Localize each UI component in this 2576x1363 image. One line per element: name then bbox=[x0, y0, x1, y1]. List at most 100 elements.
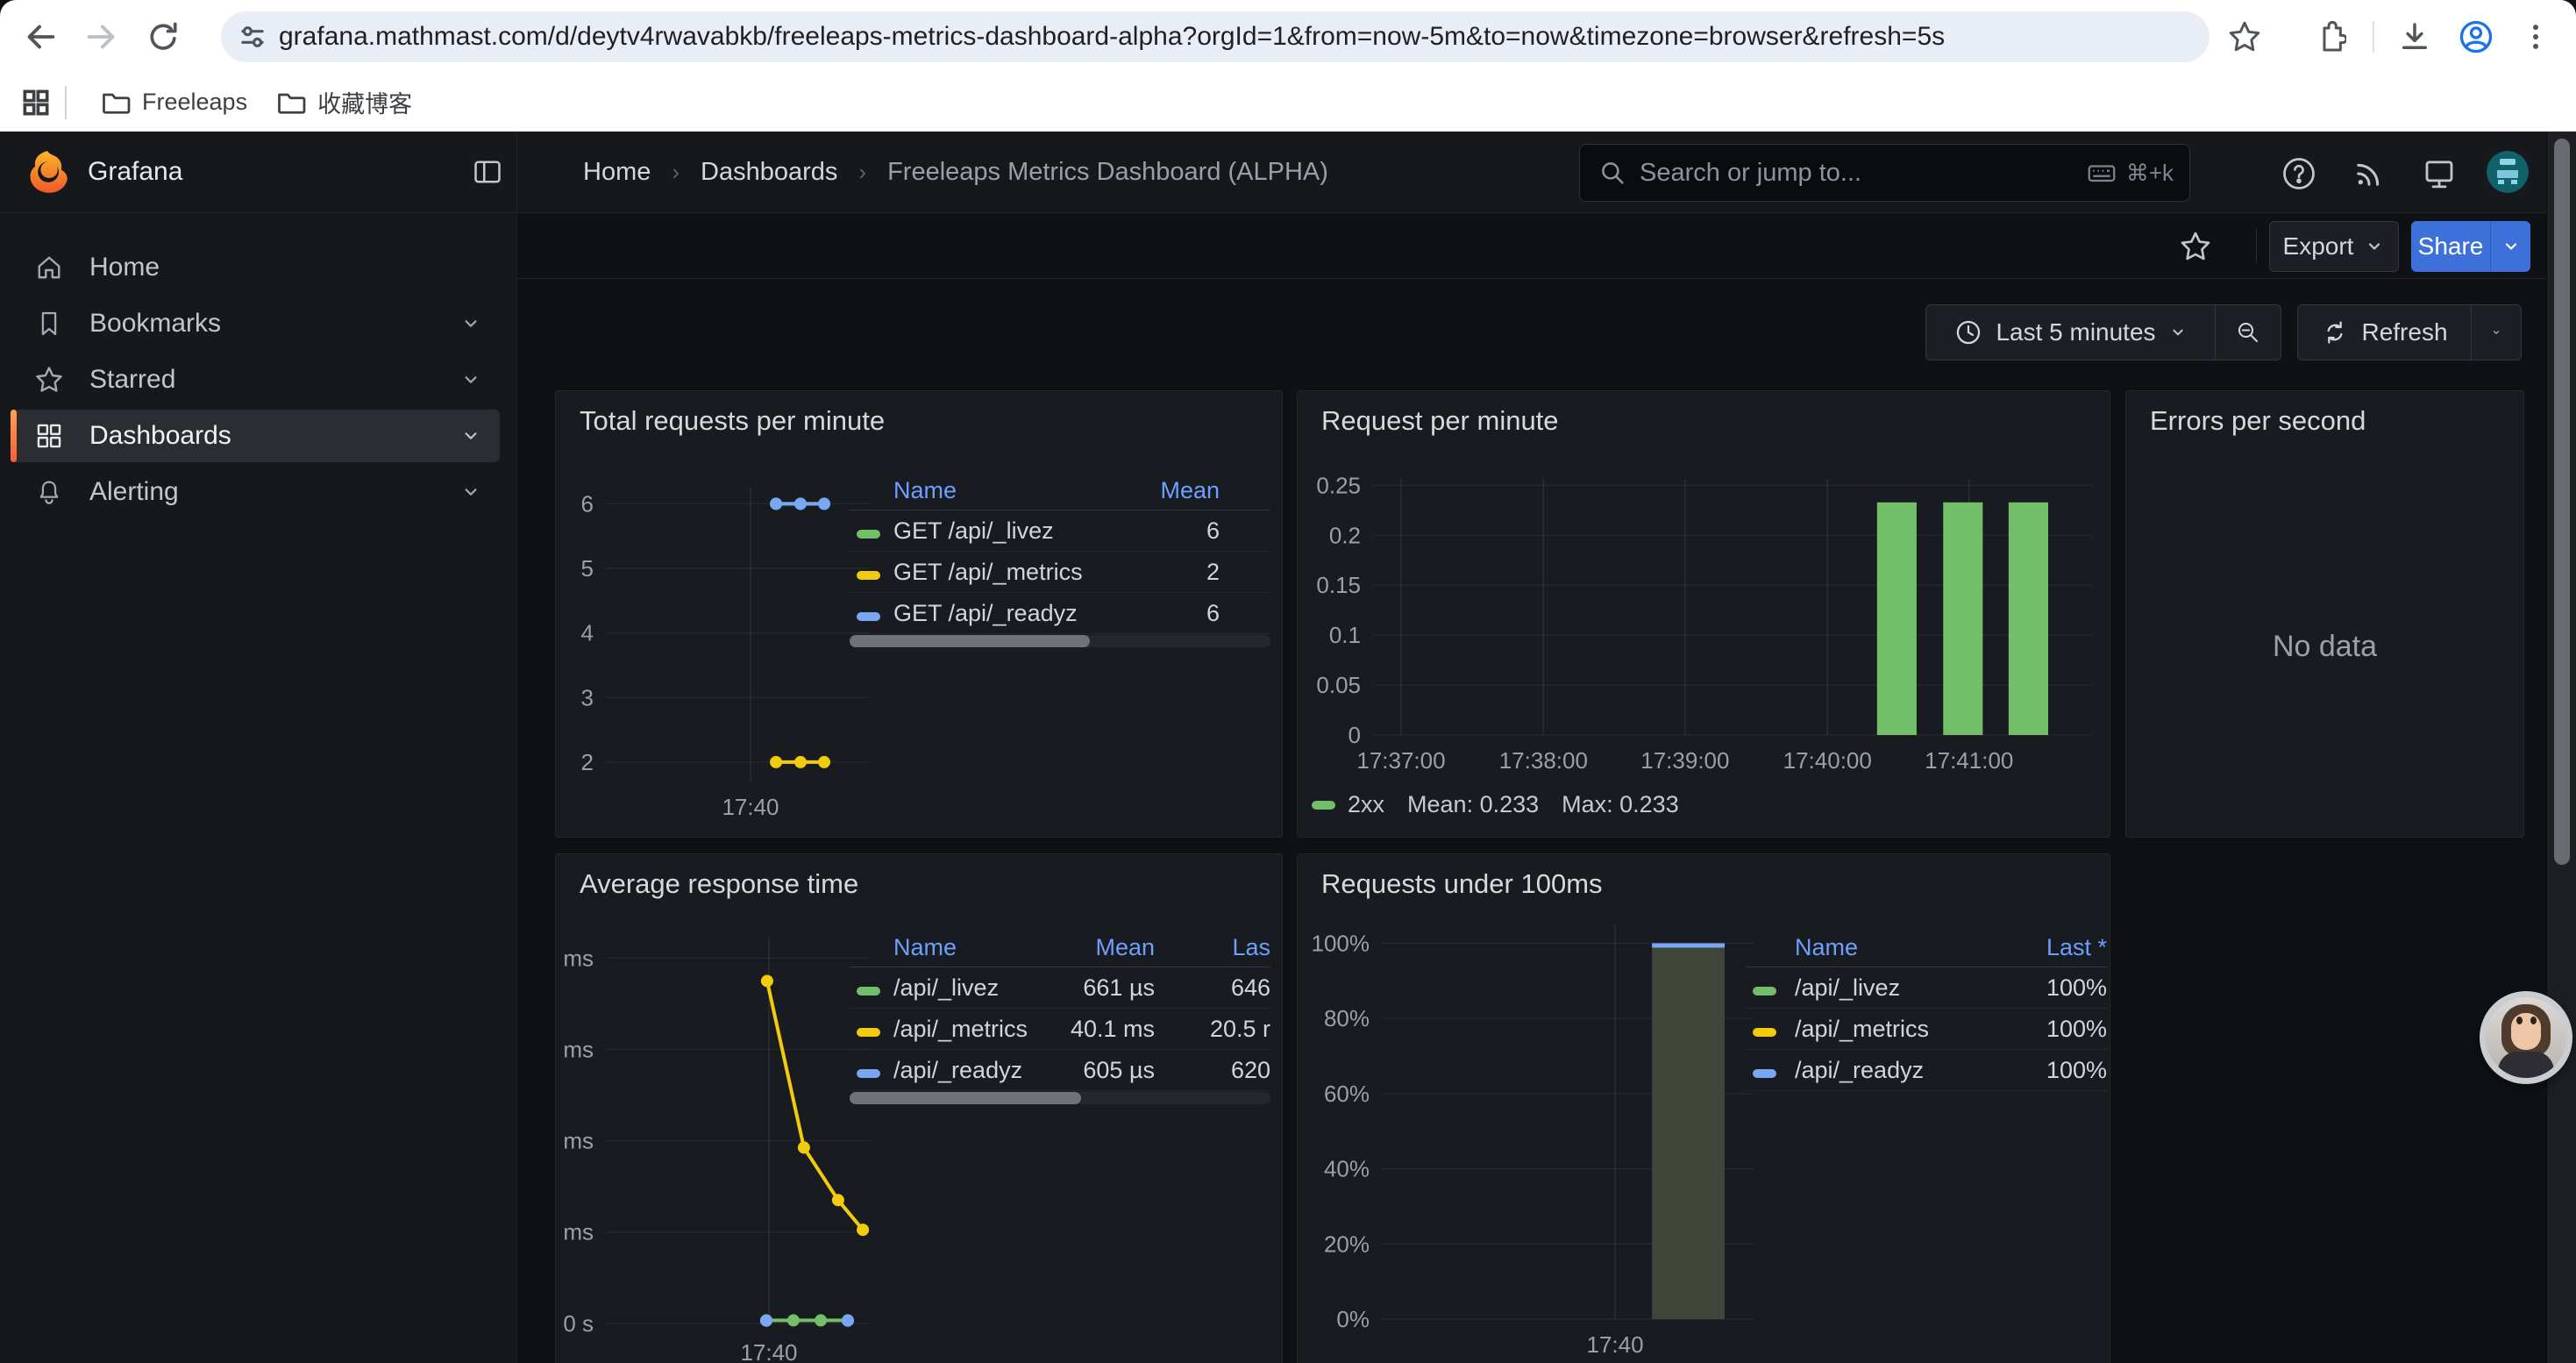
reload-button[interactable] bbox=[137, 11, 189, 63]
legend-row[interactable]: /api/_readyz100% bbox=[1746, 1050, 2107, 1091]
url-text[interactable]: grafana.mathmast.com/d/deytv4rwavabkb/fr… bbox=[279, 22, 1945, 52]
site-settings-icon[interactable] bbox=[233, 18, 272, 56]
bookmark-folder-freeleaps[interactable]: Freeleaps bbox=[86, 80, 261, 125]
scrollbar-thumb[interactable] bbox=[850, 1092, 1081, 1104]
svg-text:0.05: 0.05 bbox=[1316, 672, 1361, 698]
legend-row[interactable]: /api/_metrics40.1 ms20.5 r bbox=[850, 1009, 1270, 1050]
svg-text:17:41:00: 17:41:00 bbox=[1925, 747, 2013, 774]
folder-icon bbox=[280, 95, 305, 112]
bookmark-folder-blogs[interactable]: 收藏博客 bbox=[261, 78, 426, 126]
svg-text:0.2: 0.2 bbox=[1329, 522, 1361, 548]
apps-grid-button[interactable] bbox=[19, 86, 53, 119]
time-range-button[interactable]: Last 5 minutes bbox=[1926, 305, 2215, 360]
legend-row[interactable]: GET /api/_livez6 bbox=[850, 510, 1270, 552]
share-menu-button[interactable] bbox=[2490, 221, 2530, 272]
share-button[interactable]: Share bbox=[2411, 221, 2490, 272]
search-input[interactable] bbox=[1640, 159, 2086, 188]
breadcrumb-home[interactable]: Home bbox=[583, 158, 651, 187]
news-button[interactable] bbox=[2348, 153, 2390, 195]
extensions-button[interactable] bbox=[2304, 12, 2353, 61]
help-button[interactable] bbox=[2278, 153, 2320, 195]
export-label: Export bbox=[2283, 232, 2354, 260]
sidebar-toggle-button[interactable] bbox=[470, 154, 505, 189]
svg-text:40%: 40% bbox=[1324, 1156, 1370, 1182]
sidebar-item-dashboards[interactable]: Dashboards bbox=[11, 410, 500, 462]
star-dashboard-button[interactable] bbox=[2174, 225, 2217, 268]
browser-menu-button[interactable] bbox=[2511, 12, 2560, 61]
display-button[interactable] bbox=[2418, 153, 2460, 195]
sidebar-item-bookmarks[interactable]: Bookmarks bbox=[11, 297, 500, 350]
legend-row[interactable]: /api/_metrics100% bbox=[1746, 1009, 2107, 1050]
legend-inline[interactable]: 2xx Mean: 0.233 Max: 0.233 bbox=[1312, 791, 1679, 818]
sidebar-item-label: Bookmarks bbox=[89, 309, 459, 339]
refresh-label: Refresh bbox=[2361, 318, 2447, 346]
svg-text:100%: 100% bbox=[1312, 930, 1370, 956]
series-swatch bbox=[1753, 1069, 1776, 1078]
svg-text:5: 5 bbox=[581, 555, 594, 582]
chevron-down-icon[interactable] bbox=[459, 425, 482, 447]
panel-request-per-minute: Request per minute 17:37:0017:38:0017:39… bbox=[1297, 390, 2110, 838]
refresh-group: Refresh bbox=[2297, 304, 2522, 360]
sidebar-item-home[interactable]: Home bbox=[11, 241, 500, 294]
legend-row[interactable]: /api/_readyz605 µs620 bbox=[850, 1050, 1270, 1091]
series-value: 6 bbox=[1121, 517, 1220, 545]
chevron-down-icon bbox=[2494, 332, 2499, 334]
legend-row[interactable]: /api/_livez661 µs646 bbox=[850, 967, 1270, 1009]
series-swatch bbox=[1312, 801, 1335, 810]
svg-text:17:40: 17:40 bbox=[740, 1339, 797, 1363]
svg-text:20%: 20% bbox=[1324, 1231, 1370, 1257]
refresh-interval-button[interactable] bbox=[2472, 305, 2521, 360]
series-value: 40.1 ms bbox=[1051, 1016, 1155, 1043]
floating-avatar-widget[interactable] bbox=[2480, 991, 2572, 1084]
back-button[interactable] bbox=[14, 11, 67, 63]
svg-text:0: 0 bbox=[1348, 722, 1361, 748]
series-value: 6 bbox=[1121, 600, 1220, 627]
svg-text:0.15: 0.15 bbox=[1316, 572, 1361, 598]
legend-scrollbar[interactable] bbox=[850, 1092, 1270, 1104]
toolbar-divider bbox=[2373, 21, 2374, 53]
refresh-button[interactable]: Refresh bbox=[2298, 305, 2471, 360]
zoom-out-button[interactable] bbox=[2216, 305, 2281, 360]
request-per-minute-chart: 17:37:0017:38:0017:39:0017:40:0017:41:00… bbox=[1298, 391, 2110, 838]
search-shortcut-keys: ⌘+k bbox=[2126, 160, 2174, 187]
panel-requests-under-100ms: Requests under 100ms 17:40100%80%60%40%2… bbox=[1297, 853, 2110, 1363]
legend-row[interactable]: /api/_livez100% bbox=[1746, 967, 2107, 1009]
chevron-down-icon[interactable] bbox=[459, 368, 482, 391]
scrollbar-thumb[interactable] bbox=[2554, 139, 2570, 865]
series-swatch bbox=[857, 612, 880, 621]
series-name: /api/_readyz bbox=[893, 1057, 1051, 1084]
legend-row[interactable]: GET /api/_metrics2 bbox=[850, 552, 1270, 593]
svg-text:17:38:00: 17:38:00 bbox=[1499, 747, 1588, 774]
series-value: 2 bbox=[1121, 559, 1220, 586]
url-bar[interactable]: grafana.mathmast.com/d/deytv4rwavabkb/fr… bbox=[221, 11, 2210, 62]
scrollbar-thumb[interactable] bbox=[850, 635, 1090, 647]
search-box[interactable]: ⌘+k bbox=[1579, 144, 2190, 202]
bookmark-page-button[interactable] bbox=[2220, 12, 2269, 61]
chevron-down-icon[interactable] bbox=[459, 312, 482, 335]
chevron-right-icon: › bbox=[672, 159, 680, 186]
sidebar-item-starred[interactable]: Starred bbox=[11, 353, 500, 406]
panel-title[interactable]: Errors per second bbox=[2150, 405, 2366, 437]
series-name: GET /api/_metrics bbox=[893, 559, 1121, 586]
svg-text:17:40:00: 17:40:00 bbox=[1783, 747, 1872, 774]
legend-scrollbar[interactable] bbox=[850, 635, 1270, 647]
series-name: /api/_metrics bbox=[1795, 1016, 1988, 1043]
chevron-down-icon[interactable] bbox=[459, 481, 482, 503]
panel-total-requests: Total requests per minute 17:4065432 Nam… bbox=[555, 390, 1283, 838]
chevron-down-icon bbox=[2370, 245, 2379, 249]
sidebar-item-alerting[interactable]: Alerting bbox=[11, 466, 500, 518]
export-button[interactable]: Export bbox=[2269, 221, 2399, 272]
forward-button[interactable] bbox=[75, 11, 128, 63]
grafana-logo[interactable] bbox=[25, 149, 70, 195]
legend-row[interactable]: GET /api/_readyz6 bbox=[850, 593, 1270, 634]
svg-text:0%: 0% bbox=[1336, 1306, 1370, 1332]
page-scrollbar[interactable] bbox=[2546, 132, 2576, 1363]
breadcrumb-dashboards[interactable]: Dashboards bbox=[701, 158, 837, 187]
downloads-button[interactable] bbox=[2390, 12, 2439, 61]
svg-text:17:37:00: 17:37:00 bbox=[1356, 747, 1445, 774]
brand-label: Grafana bbox=[88, 157, 182, 187]
grafana-app: Grafana Home › Dashboards › Freeleaps Me… bbox=[0, 132, 2576, 1363]
user-avatar[interactable] bbox=[2487, 151, 2529, 193]
profile-button[interactable] bbox=[2451, 12, 2501, 61]
series-name: 2xx bbox=[1348, 791, 1384, 818]
